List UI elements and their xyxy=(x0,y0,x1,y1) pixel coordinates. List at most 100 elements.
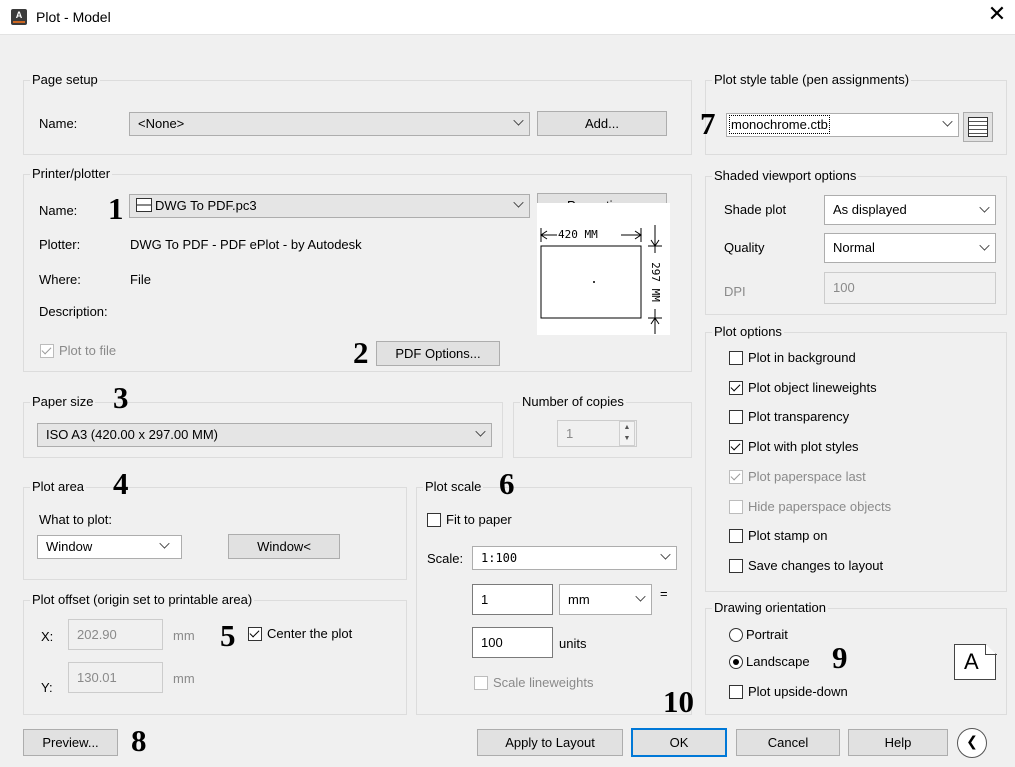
plot-style-select[interactable]: monochrome.ctb xyxy=(726,113,959,137)
printer-icon xyxy=(136,198,152,212)
copies-value: 1 xyxy=(566,426,574,441)
plot-option-checkbox[interactable] xyxy=(729,410,743,424)
plot-to-file-label: Plot to file xyxy=(59,343,117,358)
plot-offset-legend: Plot offset (origin set to printable are… xyxy=(30,592,255,607)
plot-area-group: Plot area xyxy=(23,479,407,580)
marker-7: 7 xyxy=(700,106,716,141)
what-to-plot-label: What to plot: xyxy=(39,512,112,527)
paper-preview: 420 MM 297 MM xyxy=(537,203,670,335)
cancel-button[interactable]: Cancel xyxy=(736,729,840,756)
equals-sign: = xyxy=(660,586,668,601)
marker-4: 4 xyxy=(113,466,129,501)
autocad-icon: A xyxy=(11,9,27,25)
spin-down-icon[interactable]: ▼ xyxy=(620,433,634,444)
chevron-down-icon xyxy=(513,197,524,208)
marker-3: 3 xyxy=(113,380,129,415)
what-to-plot-value: Window xyxy=(46,539,93,554)
plot-option-checkbox[interactable] xyxy=(729,440,743,454)
printer-name-value: DWG To PDF.pc3 xyxy=(155,198,257,213)
printer-name-label: Name: xyxy=(39,203,78,218)
plot-options-group: Plot options xyxy=(705,324,1007,592)
pdf-options-button[interactable]: PDF Options... xyxy=(376,341,500,366)
shade-plot-select[interactable]: As displayed xyxy=(824,195,996,225)
quality-select[interactable]: Normal xyxy=(824,233,996,263)
description-label: Description: xyxy=(39,304,108,319)
what-to-plot-select[interactable]: Window xyxy=(37,535,182,559)
plot-option-checkbox[interactable] xyxy=(729,500,743,514)
paper-size-select[interactable]: ISO A3 (420.00 x 297.00 MM) xyxy=(37,423,492,447)
y-unit-label: mm xyxy=(173,671,195,686)
marker-1: 1 xyxy=(108,191,124,226)
close-icon[interactable]: ✕ xyxy=(985,4,1009,28)
plotter-label: Plotter: xyxy=(39,237,81,252)
plot-option-checkbox[interactable] xyxy=(729,529,743,543)
landscape-radio[interactable] xyxy=(729,655,743,669)
printer-name-select[interactable]: DWG To PDF.pc3 xyxy=(129,194,530,218)
expand-collapse-button[interactable]: ❮ xyxy=(957,728,987,758)
plot-to-file-checkbox[interactable] xyxy=(40,344,54,358)
plot-upside-down-label: Plot upside-down xyxy=(748,684,848,699)
page-setup-name-label: Name: xyxy=(39,116,78,131)
plot-option-label: Save changes to layout xyxy=(748,558,884,573)
x-unit-label: mm xyxy=(173,628,195,643)
landscape-label: Landscape xyxy=(746,654,810,669)
y-offset-input[interactable]: 130.01 xyxy=(68,662,163,693)
plot-scale-legend: Plot scale xyxy=(423,479,484,494)
plot-style-edit-button[interactable] xyxy=(963,112,993,142)
portrait-radio[interactable] xyxy=(729,628,743,642)
ok-button[interactable]: OK xyxy=(631,728,727,757)
window-pick-button[interactable]: Window< xyxy=(228,534,340,559)
apply-to-layout-button[interactable]: Apply to Layout xyxy=(477,729,623,756)
add-button[interactable]: Add... xyxy=(537,111,667,136)
scale-unit-value: mm xyxy=(568,592,590,607)
y-label: Y: xyxy=(41,680,53,695)
quality-label: Quality xyxy=(724,240,765,255)
scale-lineweights-checkbox[interactable] xyxy=(474,676,488,690)
plotter-value: DWG To PDF - PDF ePlot - by Autodesk xyxy=(130,237,362,252)
plot-option-label: Plot stamp on xyxy=(748,528,828,543)
scale-units-label: units xyxy=(559,636,587,651)
page-setup-name-select[interactable]: <None> xyxy=(129,112,530,136)
scale-value1-input[interactable]: 1 xyxy=(472,584,553,615)
plot-option-label: Plot transparency xyxy=(748,409,850,424)
chevron-down-icon xyxy=(942,116,953,127)
preview-button[interactable]: Preview... xyxy=(23,729,118,756)
scale-value2: 100 xyxy=(481,635,503,650)
scale-value: 1:100 xyxy=(481,551,518,565)
dpi-input[interactable]: 100 xyxy=(824,272,996,304)
plot-area-legend: Plot area xyxy=(30,479,87,494)
plot-option-label: Plot object lineweights xyxy=(748,380,877,395)
shade-plot-value: As displayed xyxy=(833,202,907,217)
help-button[interactable]: Help xyxy=(848,729,948,756)
marker-9: 9 xyxy=(832,640,848,675)
scale-select[interactable]: 1:100 xyxy=(472,546,677,570)
scale-value2-input[interactable]: 100 xyxy=(472,627,553,658)
plot-option-checkbox[interactable] xyxy=(729,470,743,484)
portrait-label: Portrait xyxy=(746,627,788,642)
preview-width-label: 420 MM xyxy=(558,228,598,241)
plot-option-label: Hide paperspace objects xyxy=(748,499,892,514)
chevron-left-icon: ❮ xyxy=(966,734,978,750)
fit-to-paper-checkbox[interactable] xyxy=(427,513,441,527)
chevron-down-icon xyxy=(513,115,524,126)
chevron-down-icon xyxy=(159,538,170,549)
copies-stepper[interactable]: ▲ ▼ xyxy=(619,421,635,446)
spin-up-icon[interactable]: ▲ xyxy=(620,422,634,433)
x-offset-input[interactable]: 202.90 xyxy=(68,619,163,650)
plot-option-label: Plot paperspace last xyxy=(748,469,866,484)
dpi-label: DPI xyxy=(724,284,746,299)
fit-to-paper-label: Fit to paper xyxy=(446,512,512,527)
plot-option-label: Plot in background xyxy=(748,350,856,365)
dpi-value: 100 xyxy=(833,280,855,295)
scale-unit-select[interactable]: mm xyxy=(559,584,652,615)
plot-option-checkbox[interactable] xyxy=(729,381,743,395)
center-plot-checkbox[interactable] xyxy=(248,627,262,641)
edit-table-icon xyxy=(968,117,988,137)
plot-upside-down-checkbox[interactable] xyxy=(729,685,743,699)
marker-8: 8 xyxy=(131,723,147,758)
plot-option-checkbox[interactable] xyxy=(729,559,743,573)
plot-option-checkbox[interactable] xyxy=(729,351,743,365)
where-label: Where: xyxy=(39,272,81,287)
paper-size-legend: Paper size xyxy=(30,394,96,409)
page-setup-legend: Page setup xyxy=(30,72,100,87)
